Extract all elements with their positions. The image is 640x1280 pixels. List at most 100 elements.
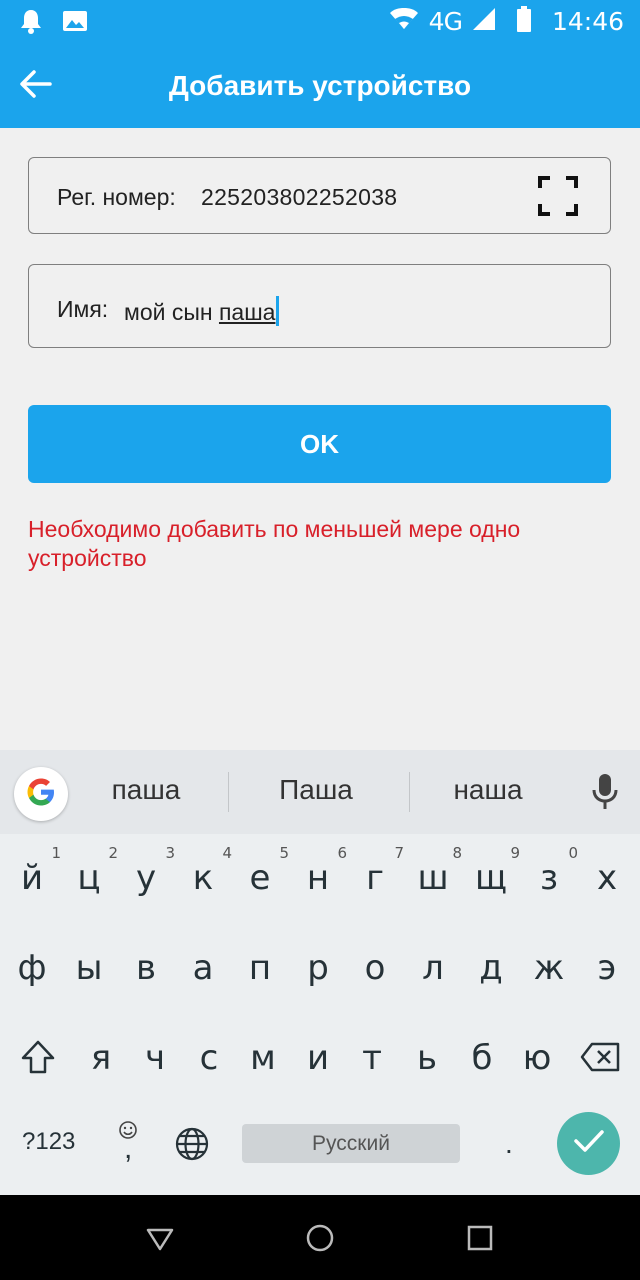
checkmark-icon [573, 1128, 605, 1159]
key-label: ц [77, 858, 101, 898]
battery-icon [516, 6, 532, 37]
done-key[interactable] [557, 1112, 620, 1175]
key-hint: 0 [568, 844, 578, 862]
nav-home-button[interactable] [303, 1221, 337, 1255]
suggestion-strip: паша Паша наша [0, 750, 640, 834]
key[interactable]: ь [402, 1038, 452, 1078]
shift-icon [20, 1040, 56, 1078]
key[interactable]: я [76, 1038, 126, 1078]
device-name-value: мой сын паша [124, 296, 280, 326]
key[interactable]: у3 [121, 844, 175, 898]
suggestion-1[interactable]: паша [86, 774, 206, 806]
device-name-field[interactable]: Имя: мой сын паша [28, 264, 611, 348]
suggestion-divider [228, 772, 229, 812]
error-message: Необходимо добавить по меньшей мере одно… [28, 516, 521, 571]
notification-bell-icon [20, 8, 42, 39]
nav-recents-button[interactable] [463, 1221, 497, 1255]
globe-icon [174, 1127, 210, 1166]
status-bar: 4G 14:46 [0, 0, 640, 44]
google-g-icon [24, 775, 58, 814]
circle-home-icon [303, 1224, 337, 1259]
key[interactable]: ю [512, 1038, 562, 1078]
key[interactable]: и [293, 1038, 343, 1078]
key-hint: 5 [279, 844, 289, 862]
period-key[interactable]: . [505, 1128, 513, 1160]
scan-frame-icon [538, 176, 578, 220]
key[interactable]: ц2 [64, 844, 118, 898]
key[interactable]: ж [524, 948, 574, 988]
key[interactable]: ы [64, 948, 114, 988]
key[interactable]: о [350, 948, 400, 988]
clock: 14:46 [551, 7, 624, 36]
key[interactable]: т [347, 1038, 397, 1078]
app-bar: Добавить устройство [0, 44, 640, 128]
key[interactable]: й1 [7, 844, 61, 898]
key-label: к [192, 858, 214, 898]
reg-number-label: Рег. номер: [57, 184, 176, 210]
key-label: й [20, 858, 44, 898]
page-title: Добавить устройство [168, 70, 472, 101]
key[interactable]: н6 [293, 844, 347, 898]
shift-key[interactable] [20, 1040, 56, 1079]
signal-icon [472, 7, 496, 36]
key[interactable]: п [235, 948, 285, 988]
key[interactable]: р [293, 948, 343, 988]
key[interactable]: е5 [235, 844, 289, 898]
device-name-text: мой сын [124, 299, 219, 325]
backspace-icon [580, 1042, 620, 1076]
system-nav-bar [0, 1195, 640, 1280]
nav-back-button[interactable] [143, 1221, 177, 1255]
key[interactable]: с [184, 1038, 234, 1078]
key[interactable]: ш8 [408, 844, 462, 898]
google-button[interactable] [14, 767, 68, 821]
key-label: е [249, 858, 271, 898]
key-hint: 7 [394, 844, 404, 862]
key-label: у [135, 858, 157, 898]
suggestion-3[interactable]: наша [428, 774, 548, 806]
key-label: ш [417, 858, 449, 898]
reg-number-value: 225203802252038 [201, 184, 398, 210]
comma-label: , [124, 1132, 133, 1165]
key[interactable]: л [408, 948, 458, 988]
square-recents-icon [463, 1225, 497, 1259]
ok-button[interactable]: OK [28, 405, 611, 483]
composing-word: паша [218, 299, 276, 325]
microphone-icon [590, 774, 620, 816]
language-key[interactable] [174, 1126, 210, 1167]
reg-number-field[interactable]: Рег. номер: 225203802252038 [28, 157, 611, 234]
key[interactable]: г7 [350, 844, 404, 898]
key[interactable]: к4 [178, 844, 232, 898]
key-hint: 2 [108, 844, 118, 862]
key-hint: 9 [510, 844, 520, 862]
wifi-icon [389, 7, 419, 36]
suggestion-divider [409, 772, 410, 812]
key[interactable]: а [178, 948, 228, 988]
key[interactable]: м [238, 1038, 288, 1078]
key[interactable]: ч [130, 1038, 180, 1078]
scan-qr-button[interactable] [538, 176, 578, 216]
key-label: х [596, 858, 618, 898]
key[interactable]: з0 [524, 844, 578, 898]
symbols-key[interactable]: ?123 [22, 1128, 75, 1156]
key[interactable]: в [121, 948, 171, 988]
key[interactable]: б [457, 1038, 507, 1078]
backspace-key[interactable] [580, 1042, 620, 1077]
key[interactable]: э [582, 948, 632, 988]
key[interactable]: д [466, 948, 516, 988]
key-label: щ [474, 858, 508, 898]
key-hint: 3 [165, 844, 175, 862]
voice-input-button[interactable] [590, 772, 620, 812]
network-type: 4G [428, 7, 463, 36]
suggestion-2[interactable]: Паша [256, 774, 376, 806]
key[interactable]: ф [7, 948, 57, 988]
key[interactable]: х [582, 858, 632, 898]
key-hint: 1 [51, 844, 61, 862]
device-name-label: Имя: [57, 296, 109, 322]
space-key[interactable]: Русский [242, 1124, 460, 1163]
key[interactable]: щ9 [466, 844, 520, 898]
key-label: н [306, 858, 330, 898]
key-label: з [539, 858, 559, 898]
key-hint: 8 [452, 844, 462, 862]
key-label: г [366, 858, 384, 898]
text-cursor [276, 296, 280, 326]
